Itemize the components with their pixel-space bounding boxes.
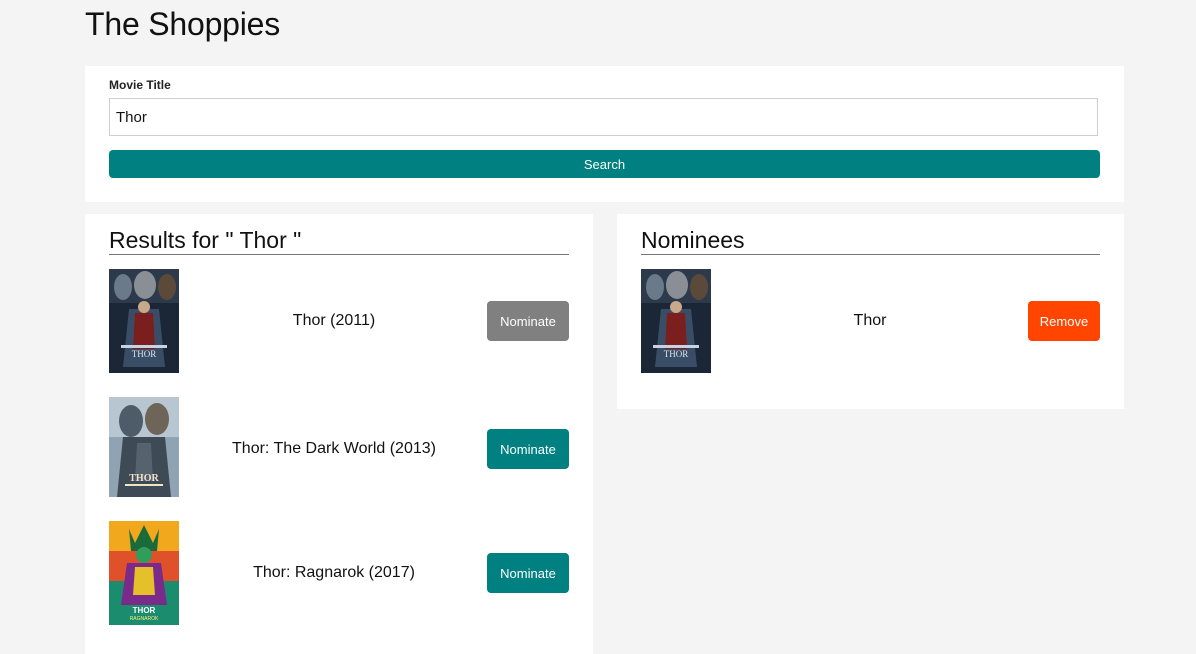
nominee-row: THOR Thor Remove: [641, 269, 1100, 373]
results-panel: Results for " Thor " THOR Thor (2011) No…: [85, 214, 593, 654]
svg-text:THOR: THOR: [132, 349, 157, 359]
remove-button[interactable]: Remove: [1028, 301, 1100, 341]
nominate-button[interactable]: Nominate: [487, 301, 569, 341]
movie-title: Thor (2011): [292, 312, 376, 329]
app-title: The Shoppies: [85, 6, 281, 42]
svg-text:THOR: THOR: [129, 473, 159, 484]
movie-title: Thor: Ragnarok (2017): [253, 564, 415, 581]
svg-text:THOR: THOR: [133, 606, 156, 615]
results-heading: Results for " Thor ": [109, 226, 569, 255]
nominees-panel: Nominees THOR Thor Remove: [617, 214, 1124, 409]
nominate-button[interactable]: Nominate: [487, 429, 569, 469]
movie-poster: THOR: [641, 269, 711, 373]
result-row: THOR RAGNAROK Thor: Ragnarok (2017) Nomi…: [109, 521, 569, 625]
search-input[interactable]: [109, 98, 1098, 136]
search-card: Movie Title Search: [85, 66, 1124, 202]
nominee-title: Thor: [853, 312, 887, 329]
movie-poster: THOR: [109, 269, 179, 373]
search-label: Movie Title: [109, 78, 171, 92]
movie-poster: THOR: [109, 397, 179, 501]
svg-text:THOR: THOR: [664, 349, 689, 359]
search-button[interactable]: Search: [109, 150, 1100, 178]
svg-text:RAGNAROK: RAGNAROK: [130, 616, 159, 622]
nominees-heading: Nominees: [641, 226, 1100, 255]
movie-poster: THOR RAGNAROK: [109, 521, 179, 625]
result-row: THOR Thor: The Dark World (2013) Nominat…: [109, 397, 569, 501]
result-row: THOR Thor (2011) Nominate: [109, 269, 569, 373]
nominate-button[interactable]: Nominate: [487, 553, 569, 593]
movie-title: Thor: The Dark World (2013): [232, 440, 436, 457]
